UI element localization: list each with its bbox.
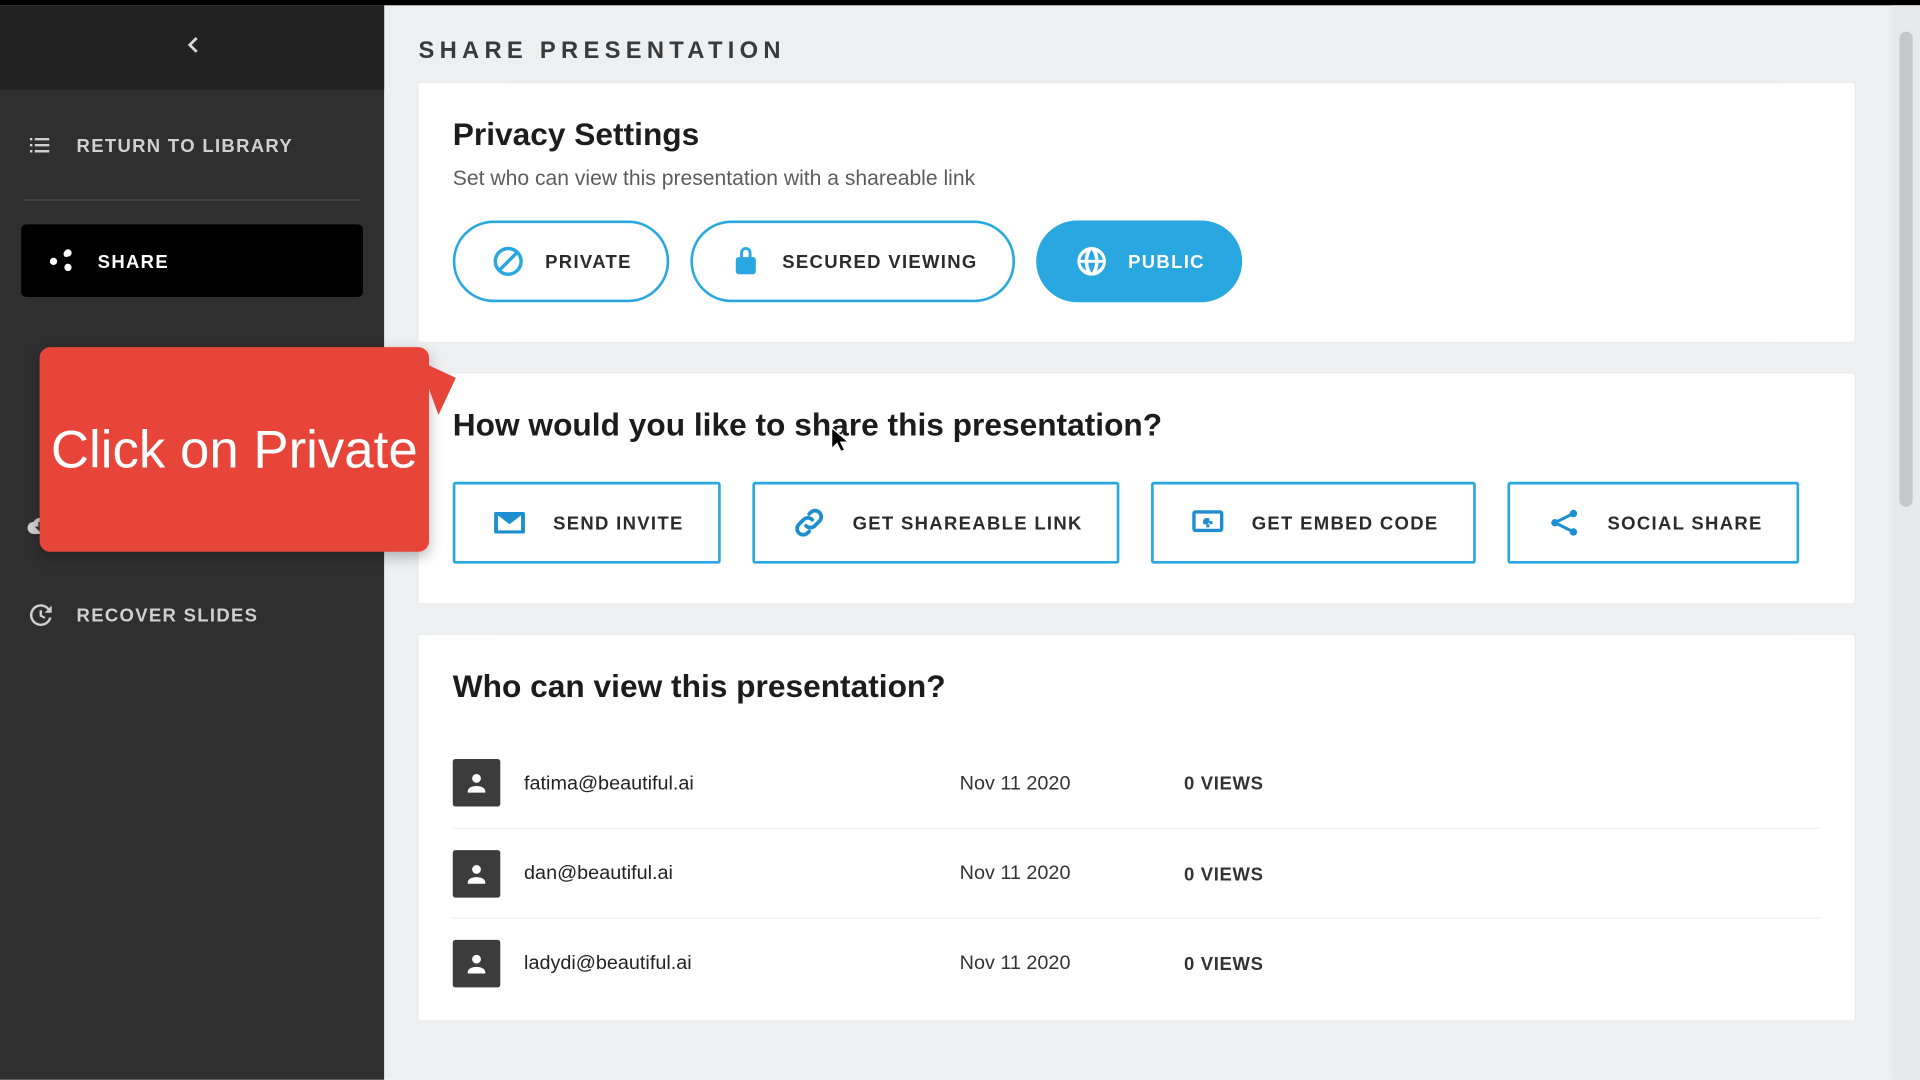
viewer-email: fatima@beautiful.ai bbox=[524, 772, 960, 794]
main-panel: SHARE PRESENTATION Privacy Settings Set … bbox=[384, 5, 1920, 1079]
mail-icon bbox=[490, 503, 530, 543]
lock-icon bbox=[727, 243, 764, 280]
option-label: SECURED VIEWING bbox=[782, 251, 977, 272]
get-shareable-link-button[interactable]: GET SHAREABLE LINK bbox=[752, 482, 1119, 564]
sidebar-item-label: RECOVER SLIDES bbox=[77, 604, 259, 625]
viewer-views: 0 VIEWS bbox=[1184, 772, 1264, 793]
viewers-card: Who can view this presentation? fatima@b… bbox=[418, 635, 1854, 1020]
link-icon bbox=[789, 503, 829, 543]
option-label: PUBLIC bbox=[1128, 251, 1205, 272]
privacy-subtext: Set who can view this presentation with … bbox=[453, 168, 1821, 192]
viewer-email: dan@beautiful.ai bbox=[524, 862, 960, 884]
privacy-heading: Privacy Settings bbox=[453, 117, 1821, 154]
viewer-views: 0 VIEWS bbox=[1184, 863, 1264, 884]
annotation-callout: Click on Private bbox=[40, 347, 429, 552]
sidebar-item-label: SHARE bbox=[98, 250, 169, 271]
page-title: SHARE PRESENTATION bbox=[384, 5, 1920, 83]
privacy-option-secured[interactable]: SECURED VIEWING bbox=[690, 220, 1015, 302]
share-icon bbox=[1544, 503, 1584, 543]
sidebar-item-return-library[interactable]: RETURN TO LIBRARY bbox=[0, 108, 384, 181]
option-label: PRIVATE bbox=[545, 251, 632, 272]
viewer-date: Nov 11 2020 bbox=[960, 772, 1184, 794]
viewer-row[interactable]: fatima@beautiful.ai Nov 11 2020 0 VIEWS bbox=[453, 738, 1821, 828]
embed-icon bbox=[1188, 503, 1228, 543]
viewer-date: Nov 11 2020 bbox=[960, 862, 1184, 884]
viewer-row[interactable]: ladydi@beautiful.ai Nov 11 2020 0 VIEWS bbox=[453, 917, 1821, 1007]
viewer-email: ladydi@beautiful.ai bbox=[524, 952, 960, 974]
viewer-row[interactable]: dan@beautiful.ai Nov 11 2020 0 VIEWS bbox=[453, 828, 1821, 918]
privacy-option-public[interactable]: PUBLIC bbox=[1036, 220, 1242, 302]
share-icon bbox=[45, 245, 77, 277]
viewer-views: 0 VIEWS bbox=[1184, 952, 1264, 973]
avatar bbox=[453, 939, 501, 987]
globe-icon bbox=[1073, 243, 1110, 280]
annotation-text: Click on Private bbox=[51, 419, 418, 480]
sidebar-item-recover-slides[interactable]: RECOVER SLIDES bbox=[0, 578, 384, 651]
privacy-option-private[interactable]: PRIVATE bbox=[453, 220, 669, 302]
block-icon bbox=[490, 243, 527, 280]
privacy-settings-card: Privacy Settings Set who can view this p… bbox=[418, 83, 1854, 342]
share-methods-heading: How would you like to share this present… bbox=[453, 408, 1821, 445]
sidebar-item-label: RETURN TO LIBRARY bbox=[77, 134, 293, 155]
get-embed-code-button[interactable]: GET EMBED CODE bbox=[1151, 482, 1475, 564]
avatar bbox=[453, 759, 501, 807]
tile-label: GET EMBED CODE bbox=[1252, 512, 1439, 533]
chevron-left-icon bbox=[180, 32, 204, 62]
viewer-date: Nov 11 2020 bbox=[960, 952, 1184, 974]
avatar bbox=[453, 849, 501, 897]
social-share-button[interactable]: SOCIAL SHARE bbox=[1507, 482, 1799, 564]
history-icon bbox=[24, 599, 56, 631]
viewers-heading: Who can view this presentation? bbox=[453, 669, 1821, 706]
back-button[interactable] bbox=[0, 5, 384, 89]
share-methods-card: How would you like to share this present… bbox=[418, 374, 1854, 604]
send-invite-button[interactable]: SEND INVITE bbox=[453, 482, 721, 564]
tile-label: GET SHAREABLE LINK bbox=[853, 512, 1083, 533]
list-icon bbox=[24, 129, 56, 161]
tile-label: SOCIAL SHARE bbox=[1608, 512, 1763, 533]
tile-label: SEND INVITE bbox=[553, 512, 684, 533]
sidebar-item-share[interactable]: SHARE bbox=[21, 224, 363, 297]
